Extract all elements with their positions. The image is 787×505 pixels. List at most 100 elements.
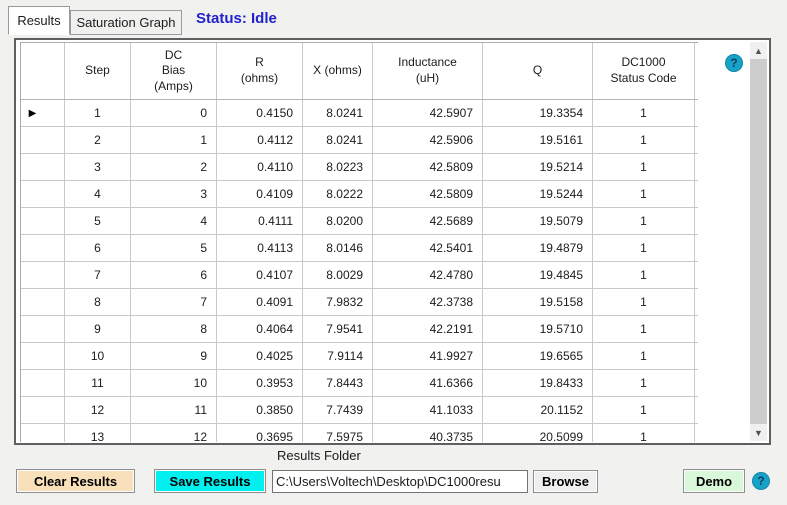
table-cell[interactable]: 8.0223 <box>303 154 373 180</box>
scroll-up-icon[interactable]: ▲ <box>750 42 767 59</box>
table-cell[interactable]: 7.9832 <box>303 289 373 315</box>
table-row[interactable]: 13 12 0.3695 7.5975 40.3735 20.5099 1 <box>21 424 698 442</box>
table-cell[interactable]: 42.5809 <box>373 154 483 180</box>
table-cell[interactable]: 11 <box>131 397 217 423</box>
row-selector-cell[interactable] <box>21 343 65 369</box>
table-cell[interactable]: 42.3738 <box>373 289 483 315</box>
table-cell[interactable]: 0.3695 <box>217 424 303 442</box>
table-cell[interactable]: 19.5158 <box>483 289 593 315</box>
table-cell[interactable]: 0.4091 <box>217 289 303 315</box>
table-cell[interactable]: 0.4111 <box>217 208 303 234</box>
table-cell[interactable]: 0.3953 <box>217 370 303 396</box>
table-row[interactable]: 12 11 0.3850 7.7439 41.1033 20.1152 1 <box>21 397 698 424</box>
table-cell[interactable]: 13 <box>65 424 131 442</box>
table-row[interactable]: ▶ 1 0 0.4150 8.0241 42.5907 19.3354 1 <box>21 100 698 127</box>
table-cell[interactable]: 10 <box>131 370 217 396</box>
table-cell[interactable]: 19.6565 <box>483 343 593 369</box>
table-row[interactable]: 10 9 0.4025 7.9114 41.9927 19.6565 1 <box>21 343 698 370</box>
table-cell[interactable]: 8.0146 <box>303 235 373 261</box>
table-cell[interactable]: 42.5689 <box>373 208 483 234</box>
demo-button[interactable]: Demo <box>683 469 745 493</box>
table-cell[interactable]: 7.5975 <box>303 424 373 442</box>
row-selector-cell[interactable] <box>21 127 65 153</box>
table-cell[interactable]: 7 <box>65 262 131 288</box>
table-cell[interactable]: 12 <box>65 397 131 423</box>
table-row[interactable]: 7 6 0.4107 8.0029 42.4780 19.4845 1 <box>21 262 698 289</box>
table-cell[interactable]: 19.3354 <box>483 100 593 126</box>
table-cell[interactable]: 9 <box>65 316 131 342</box>
tab-results[interactable]: Results <box>8 6 70 35</box>
table-row[interactable]: 9 8 0.4064 7.9541 42.2191 19.5710 1 <box>21 316 698 343</box>
table-row[interactable]: 2 1 0.4112 8.0241 42.5906 19.5161 1 <box>21 127 698 154</box>
table-cell[interactable]: 0.4064 <box>217 316 303 342</box>
table-cell[interactable]: 12 <box>131 424 217 442</box>
table-cell[interactable]: 3 <box>65 154 131 180</box>
table-cell[interactable]: 1 <box>593 289 695 315</box>
table-cell[interactable]: 1 <box>131 127 217 153</box>
table-cell[interactable]: 9 <box>131 343 217 369</box>
row-selector-cell[interactable] <box>21 370 65 396</box>
column-header-status-code[interactable]: DC1000 Status Code <box>593 43 695 99</box>
table-cell[interactable]: 19.5244 <box>483 181 593 207</box>
table-cell[interactable]: 8.0222 <box>303 181 373 207</box>
table-cell[interactable]: 0.4107 <box>217 262 303 288</box>
demo-help-icon[interactable]: ? <box>752 472 770 490</box>
vertical-scrollbar[interactable]: ▲ ▼ <box>750 42 767 441</box>
table-cell[interactable]: 1 <box>593 154 695 180</box>
table-cell[interactable]: 8 <box>65 289 131 315</box>
table-cell[interactable]: 5 <box>131 235 217 261</box>
browse-button[interactable]: Browse <box>533 470 598 493</box>
table-cell[interactable]: 8 <box>131 316 217 342</box>
table-cell[interactable]: 0.4113 <box>217 235 303 261</box>
column-header-r-ohms[interactable]: R (ohms) <box>217 43 303 99</box>
table-cell[interactable]: 1 <box>593 208 695 234</box>
column-header-inductance[interactable]: Inductance (uH) <box>373 43 483 99</box>
table-cell[interactable]: 0.4112 <box>217 127 303 153</box>
table-cell[interactable]: 0.4025 <box>217 343 303 369</box>
table-cell[interactable]: 1 <box>593 262 695 288</box>
table-cell[interactable]: 7.8443 <box>303 370 373 396</box>
table-cell[interactable]: 7.9114 <box>303 343 373 369</box>
table-cell[interactable]: 6 <box>65 235 131 261</box>
column-header-step[interactable]: Step <box>65 43 131 99</box>
table-cell[interactable]: 20.5099 <box>483 424 593 442</box>
table-cell[interactable]: 1 <box>593 370 695 396</box>
scroll-down-icon[interactable]: ▼ <box>750 424 767 441</box>
scrollbar-thumb[interactable] <box>750 59 767 424</box>
row-selector-cell[interactable] <box>21 208 65 234</box>
row-selector-cell[interactable] <box>21 397 65 423</box>
column-header-x-ohms[interactable]: X (ohms) <box>303 43 373 99</box>
column-header-dc-bias[interactable]: DC Bias (Amps) <box>131 43 217 99</box>
table-cell[interactable]: 1 <box>593 397 695 423</box>
table-cell[interactable]: 19.5710 <box>483 316 593 342</box>
table-cell[interactable]: 8.0200 <box>303 208 373 234</box>
table-cell[interactable]: 40.3735 <box>373 424 483 442</box>
table-cell[interactable]: 41.1033 <box>373 397 483 423</box>
table-cell[interactable]: 19.4879 <box>483 235 593 261</box>
table-cell[interactable]: 1 <box>593 235 695 261</box>
table-cell[interactable]: 11 <box>65 370 131 396</box>
table-cell[interactable]: 1 <box>65 100 131 126</box>
table-cell[interactable]: 4 <box>131 208 217 234</box>
table-cell[interactable]: 42.4780 <box>373 262 483 288</box>
row-selector-cell[interactable] <box>21 235 65 261</box>
save-results-button[interactable]: Save Results <box>154 469 266 493</box>
table-row[interactable]: 3 2 0.4110 8.0223 42.5809 19.5214 1 <box>21 154 698 181</box>
table-cell[interactable]: 8.0241 <box>303 127 373 153</box>
row-selector-cell[interactable] <box>21 424 65 442</box>
tab-saturation-graph[interactable]: Saturation Graph <box>70 10 182 35</box>
table-cell[interactable]: 42.2191 <box>373 316 483 342</box>
table-cell[interactable]: 19.8433 <box>483 370 593 396</box>
table-cell[interactable]: 41.6366 <box>373 370 483 396</box>
table-cell[interactable]: 0.4150 <box>217 100 303 126</box>
table-cell[interactable]: 42.5907 <box>373 100 483 126</box>
table-cell[interactable]: 42.5809 <box>373 181 483 207</box>
table-cell[interactable]: 7 <box>131 289 217 315</box>
table-cell[interactable]: 1 <box>593 343 695 369</box>
table-cell[interactable]: 8.0029 <box>303 262 373 288</box>
table-row[interactable]: 6 5 0.4113 8.0146 42.5401 19.4879 1 <box>21 235 698 262</box>
table-cell[interactable]: 2 <box>65 127 131 153</box>
table-cell[interactable]: 19.5161 <box>483 127 593 153</box>
table-cell[interactable]: 2 <box>131 154 217 180</box>
table-row[interactable]: 5 4 0.4111 8.0200 42.5689 19.5079 1 <box>21 208 698 235</box>
